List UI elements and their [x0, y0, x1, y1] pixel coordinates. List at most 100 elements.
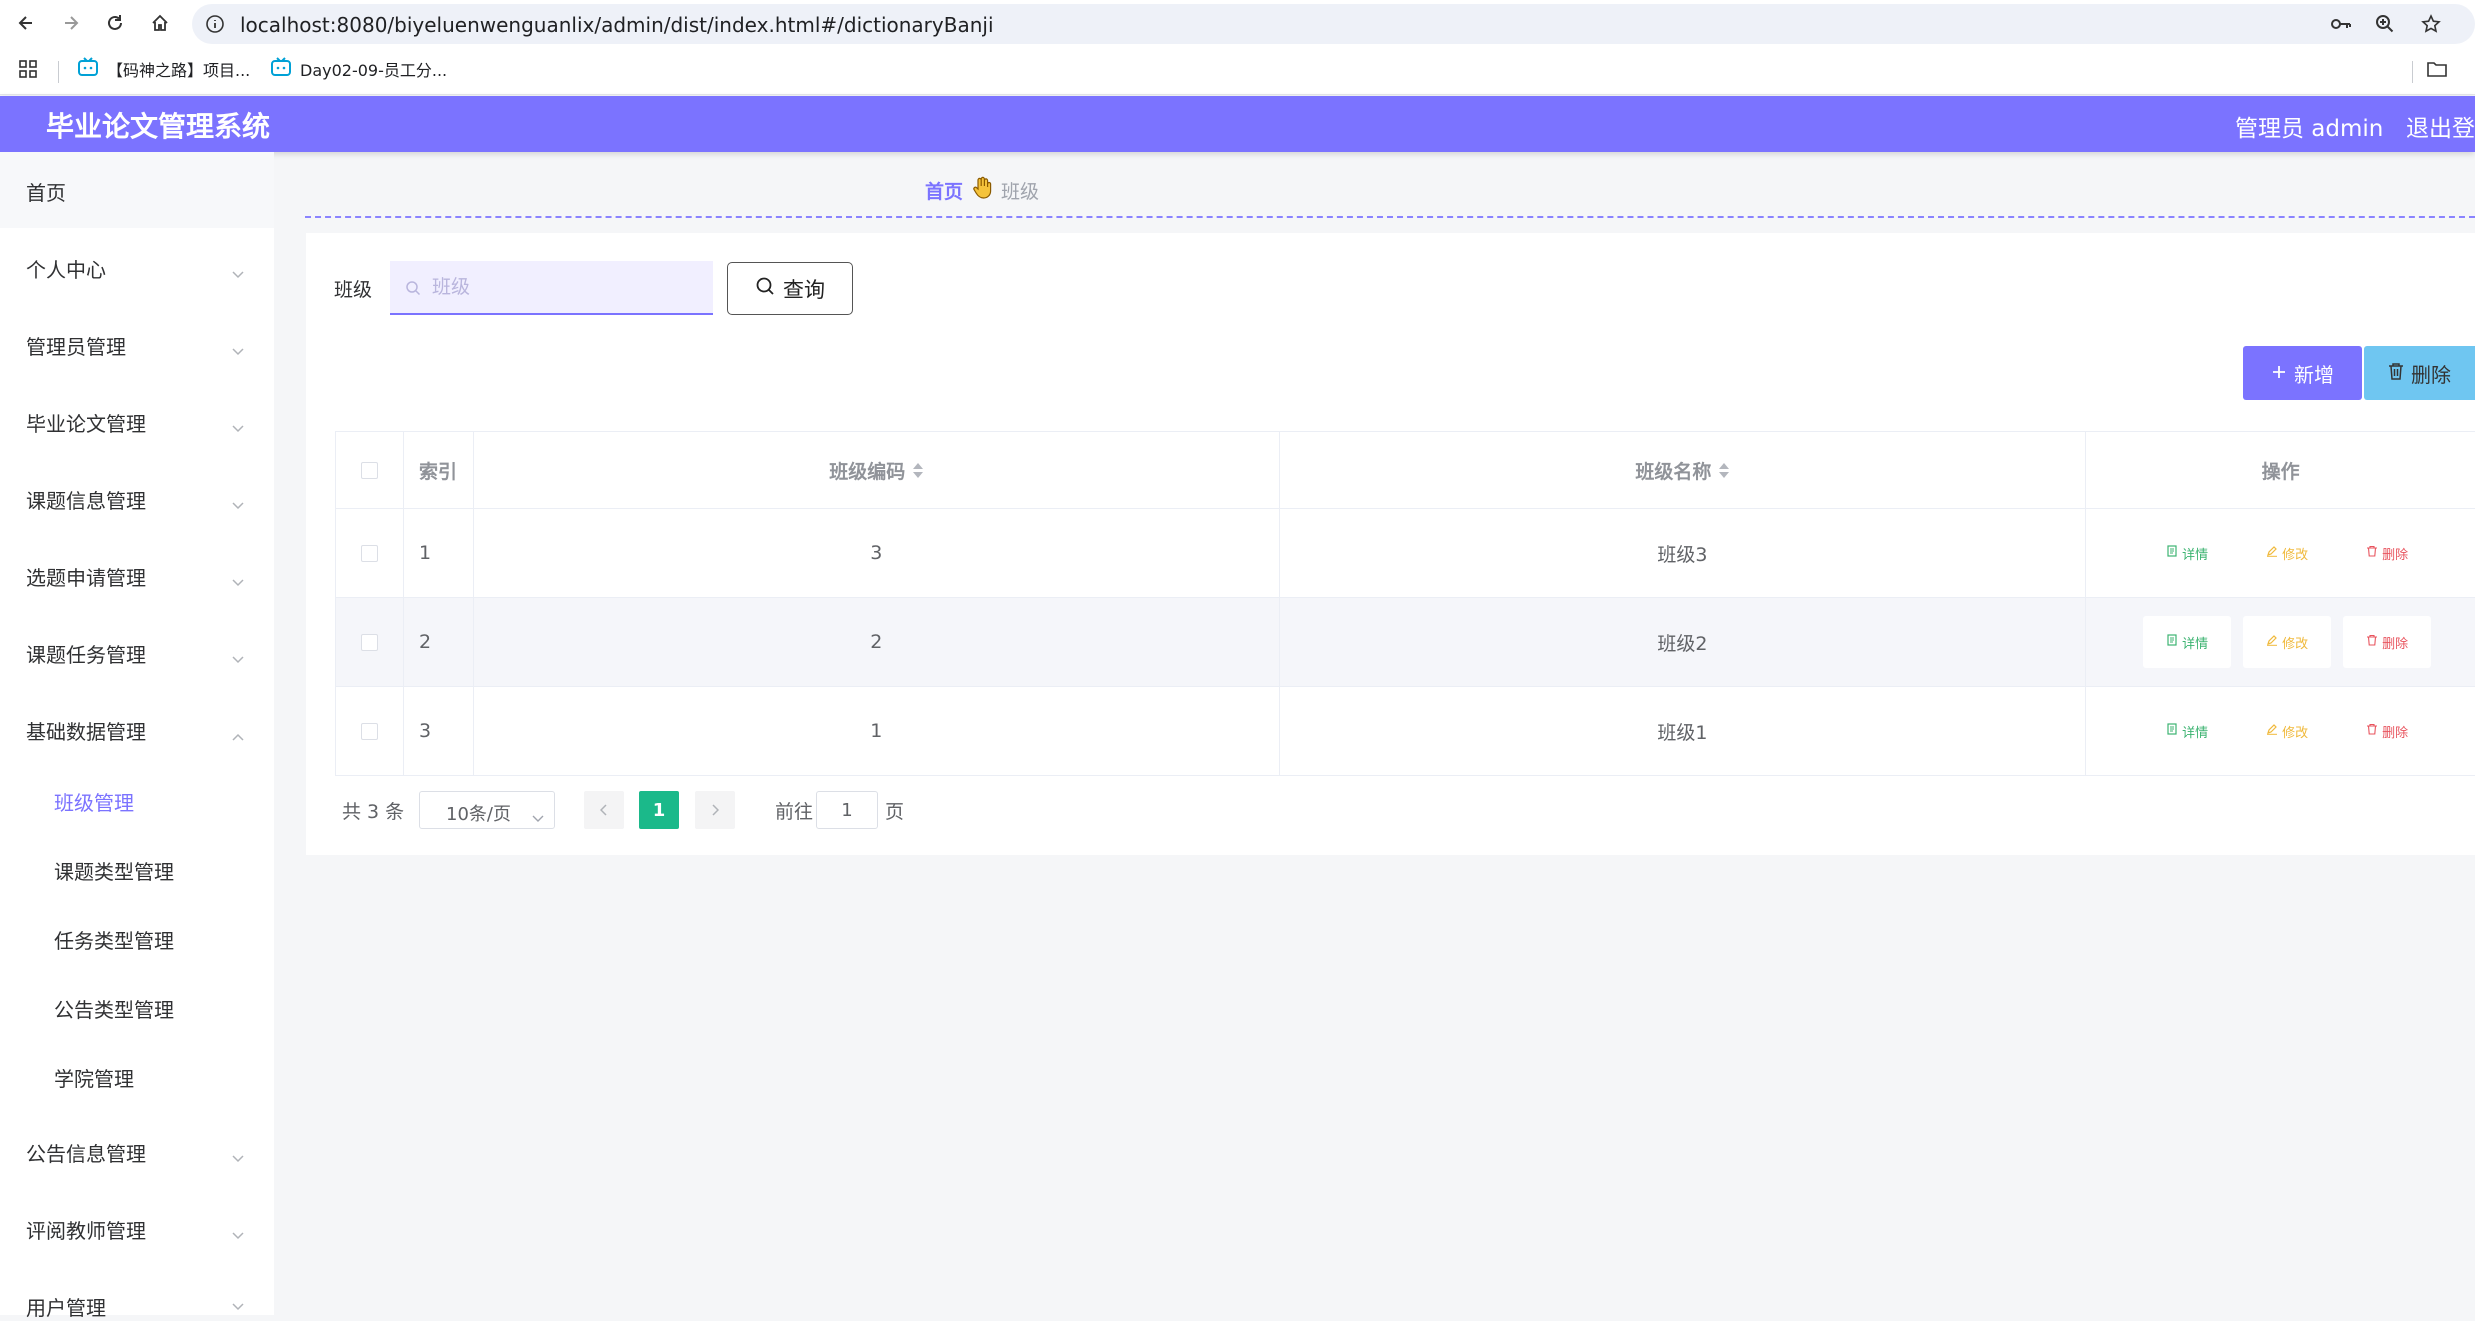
pagination-total: 共 3 条	[342, 801, 405, 823]
sidebar-item-label: 首页	[26, 181, 66, 205]
chevron-down-icon	[231, 646, 245, 670]
batch-delete-button[interactable]: 删除	[2364, 346, 2475, 400]
folder-icon[interactable]	[2426, 59, 2448, 83]
sidebar-subitem-task-type[interactable]: 任务类型管理	[0, 905, 274, 974]
page-suffix-label: 页	[885, 801, 905, 823]
sidebar-item-thesis[interactable]: 毕业论文管理	[0, 382, 274, 459]
logout-link[interactable]: 退出登	[2406, 109, 2475, 143]
sidebar-item-label: 毕业论文管理	[26, 412, 146, 436]
sidebar-item-label: 公告信息管理	[26, 1142, 146, 1166]
sidebar-item-label: 用户管理	[26, 1296, 106, 1320]
chevron-down-icon	[231, 492, 245, 516]
search-input[interactable]	[430, 271, 700, 303]
breadcrumb-divider	[305, 216, 2475, 218]
detail-label: 详情	[2182, 725, 2209, 741]
trash-icon	[2366, 723, 2378, 739]
sidebar-subitem-notice-type[interactable]: 公告类型管理	[0, 974, 274, 1043]
zoom-icon[interactable]	[2375, 14, 2395, 38]
edit-button[interactable]: 修改	[2243, 616, 2332, 668]
bookmark-item[interactable]: 【码神之路】项目...	[77, 57, 250, 81]
sidebar-item-admin[interactable]: 管理员管理	[0, 305, 274, 382]
site-info-icon[interactable]	[205, 14, 225, 38]
sidebar-item-basic-data[interactable]: 基础数据管理	[0, 690, 274, 767]
delete-button[interactable]: 删除	[2343, 527, 2431, 579]
sidebar-item-users[interactable]: 用户管理	[0, 1266, 274, 1320]
forward-icon[interactable]	[57, 9, 85, 37]
next-page-button[interactable]	[695, 791, 735, 829]
sidebar-item-label: 班级管理	[54, 791, 134, 815]
sidebar-item-label: 公告类型管理	[54, 998, 174, 1022]
prev-page-button[interactable]	[584, 791, 624, 829]
row-checkbox-cell	[336, 598, 404, 686]
plus-icon	[2271, 361, 2287, 385]
password-key-icon[interactable]	[2330, 14, 2352, 38]
sidebar-item-home[interactable]: 首页	[0, 152, 274, 228]
sidebar-item-label: 课题信息管理	[26, 489, 146, 513]
column-header-label: 班级名称	[1635, 460, 1712, 483]
sidebar-item-notice-info[interactable]: 公告信息管理	[0, 1112, 274, 1189]
sidebar-item-topic-info[interactable]: 课题信息管理	[0, 459, 274, 536]
cell-code: 2	[474, 598, 1280, 686]
bookmark-item[interactable]: Day02-09-员工分...	[270, 57, 447, 81]
back-icon[interactable]	[12, 9, 40, 37]
column-header-code[interactable]: 班级编码	[474, 432, 1280, 508]
sort-icon[interactable]	[913, 462, 924, 478]
cell-name: 班级2	[1280, 598, 2087, 686]
cell-index: 2	[404, 598, 474, 686]
delete-button[interactable]: 删除	[2343, 616, 2432, 668]
goto-page-input[interactable]: 1	[816, 791, 878, 829]
sidebar-subitem-topic-type[interactable]: 课题类型管理	[0, 836, 274, 905]
header-checkbox-cell	[336, 432, 404, 508]
apps-grid-icon[interactable]	[18, 59, 38, 83]
sidebar-item-personal-center[interactable]: 个人中心	[0, 228, 274, 305]
edit-pen-icon	[2266, 634, 2278, 650]
chevron-down-icon	[231, 415, 245, 439]
sidebar-item-label: 课题类型管理	[54, 860, 174, 884]
sidebar-subitem-college[interactable]: 学院管理	[0, 1043, 274, 1112]
bookmark-star-icon[interactable]	[2421, 14, 2441, 38]
delete-button[interactable]: 删除	[2343, 705, 2431, 757]
detail-button[interactable]: 详情	[2143, 616, 2232, 668]
add-button[interactable]: 新增	[2243, 346, 2362, 400]
sort-icon[interactable]	[1719, 462, 1730, 478]
search-field[interactable]	[390, 261, 713, 315]
page-size-value: 10条/页	[446, 804, 511, 825]
column-header-label: 班级编码	[829, 460, 906, 483]
table-row: 1 3 班级3 详情 修改 删除	[336, 509, 2475, 598]
cell-name: 班级3	[1280, 509, 2087, 597]
select-all-checkbox[interactable]	[360, 461, 378, 479]
sidebar-item-topic-task[interactable]: 课题任务管理	[0, 613, 274, 690]
table-row: 2 2 班级2 详情 修改 删除	[336, 598, 2475, 687]
sidebar-item-topic-apply[interactable]: 选题申请管理	[0, 536, 274, 613]
sidebar-item-label: 管理员管理	[26, 335, 126, 359]
app-header: 毕业论文管理系统 管理员 admin 退出登	[0, 96, 2475, 152]
sidebar-item-label: 个人中心	[26, 258, 106, 282]
bookmark-label: Day02-09-员工分...	[300, 61, 448, 80]
row-checkbox[interactable]	[360, 633, 378, 651]
home-icon[interactable]	[146, 9, 174, 37]
breadcrumb-home[interactable]: 首页	[925, 177, 963, 204]
row-checkbox-cell	[336, 509, 404, 597]
sidebar-item-label: 任务类型管理	[54, 929, 174, 953]
cell-index: 3	[404, 687, 474, 775]
cell-code: 1	[474, 687, 1280, 775]
row-checkbox[interactable]	[360, 722, 378, 740]
address-bar[interactable]: localhost:8080/biyeluenwenguanlix/admin/…	[192, 4, 2475, 44]
detail-button[interactable]: 详情	[2143, 527, 2231, 579]
detail-button[interactable]: 详情	[2143, 705, 2231, 757]
search-icon	[755, 276, 775, 301]
delete-label: 删除	[2382, 547, 2409, 563]
sidebar-item-reviewer[interactable]: 评阅教师管理	[0, 1189, 274, 1266]
url-text[interactable]: localhost:8080/biyeluenwenguanlix/admin/…	[240, 13, 994, 37]
column-header-name[interactable]: 班级名称	[1280, 432, 2087, 508]
query-button-label: 查询	[783, 277, 825, 302]
table-header-row: 索引 班级编码 班级名称 操作	[336, 432, 2475, 509]
edit-button[interactable]: 修改	[2243, 705, 2331, 757]
edit-button[interactable]: 修改	[2243, 527, 2331, 579]
page-size-select[interactable]: 10条/页	[419, 791, 555, 829]
query-button[interactable]: 查询	[727, 262, 853, 315]
reload-icon[interactable]	[101, 9, 129, 37]
row-checkbox[interactable]	[360, 544, 378, 562]
page-number-current[interactable]: 1	[639, 791, 679, 829]
sidebar-subitem-class[interactable]: 班级管理	[0, 767, 274, 836]
